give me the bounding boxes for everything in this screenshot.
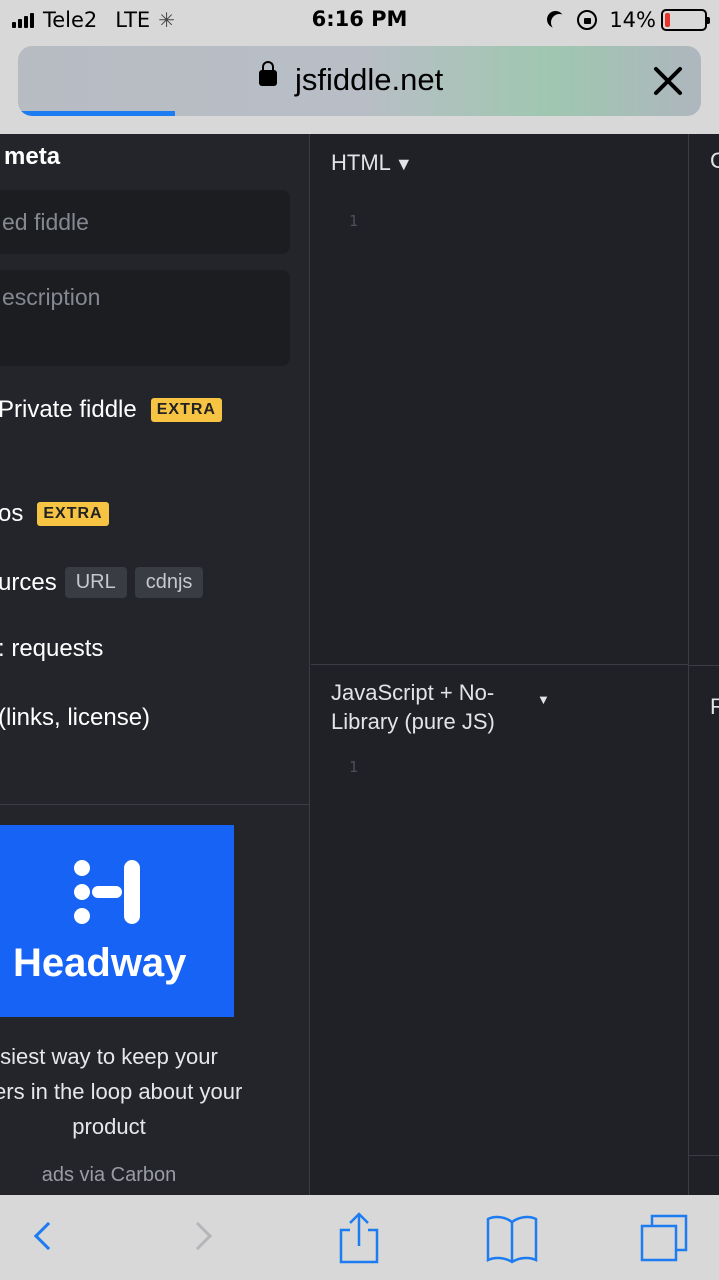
private-fiddle-row[interactable]: Private fiddle EXTRA (0, 396, 222, 424)
forward-icon[interactable] (182, 1212, 222, 1262)
fiddle-description-input[interactable]: escription (0, 270, 290, 366)
css-panel-title[interactable]: C (710, 148, 719, 174)
groups-label: os (0, 500, 24, 527)
lock-icon (259, 61, 277, 86)
js-editor-panel[interactable]: JavaScript + No- Library (pure JS) ▼ 1 (311, 666, 688, 1195)
fiddle-title-placeholder: ed fiddle (2, 209, 89, 235)
panel-divider (689, 665, 719, 666)
html-language-selector[interactable]: HTML ▼ (331, 148, 413, 179)
back-icon[interactable] (26, 1212, 66, 1262)
carbon-ad-image[interactable]: Headway (0, 825, 234, 1017)
resource-cdnjs-tag[interactable]: cdnjs (134, 567, 204, 598)
right-panels: C R (688, 134, 719, 1195)
ad-copy-line: product (72, 1114, 146, 1139)
html-panel-title: HTML (331, 150, 391, 175)
result-panel-title[interactable]: R (710, 694, 719, 720)
other-links-label: (links, license) (0, 704, 151, 731)
ad-copy-line: mers in the loop about your (0, 1079, 243, 1104)
other-links-row[interactable]: (links, license) (0, 704, 150, 732)
browser-toolbar (0, 1195, 719, 1280)
extra-badge: EXTRA (37, 502, 109, 526)
resource-url-tag[interactable]: URL (64, 567, 127, 598)
ads-via-carbon-link[interactable]: ads via Carbon (0, 1164, 218, 1187)
bookmarks-icon[interactable] (484, 1212, 540, 1264)
page-load-progress (18, 111, 176, 116)
html-line-number: 1 (349, 212, 359, 230)
ajax-requests-row[interactable]: : requests (0, 635, 103, 663)
sidebar: e meta ed fiddle escription Private fidd… (0, 134, 310, 1195)
ad-copy-text[interactable]: siest way to keep your mers in the loop … (0, 1039, 274, 1144)
js-language-selector[interactable]: JavaScript + No- Library (pure JS) (331, 678, 531, 736)
fiddle-description-placeholder: escription (2, 284, 101, 310)
resources-row[interactable]: urces URL cdnjs (0, 567, 204, 598)
private-fiddle-label: Private fiddle (0, 396, 137, 423)
fiddle-title-input[interactable]: ed fiddle (0, 190, 290, 254)
battery-level (665, 13, 671, 27)
browser-address-area: jsfiddle.net (0, 40, 719, 134)
resources-label: urces (0, 568, 57, 596)
js-panel-title-line: Library (pure JS) (331, 709, 495, 734)
share-icon[interactable] (334, 1212, 384, 1264)
jsfiddle-workspace: e meta ed fiddle escription Private fidd… (0, 134, 719, 1195)
address-url[interactable]: jsfiddle.net (295, 62, 443, 98)
battery-icon (661, 9, 710, 31)
address-bar[interactable]: jsfiddle.net (18, 46, 701, 116)
ad-copy-line: siest way to keep your (0, 1044, 218, 1069)
battery-percent: 14% (609, 8, 656, 32)
ajax-requests-label: : requests (0, 635, 104, 662)
js-line-number: 1 (349, 758, 359, 776)
ad-brand-name: Headway (13, 941, 187, 985)
sidebar-divider (0, 804, 310, 805)
do-not-disturb-icon (551, 14, 568, 31)
groups-row[interactable]: os EXTRA (0, 500, 109, 528)
fiddle-meta-heading: e meta (0, 143, 61, 170)
status-bar: Tele2 LTE ✳ 6:16 PM 14% (0, 0, 719, 40)
dropdown-caret-icon[interactable]: ▼ (537, 692, 550, 707)
rotation-lock-icon (577, 10, 598, 30)
js-panel-title-line: JavaScript + No- (331, 680, 495, 705)
tabs-icon[interactable] (638, 1212, 692, 1264)
dropdown-caret-icon: ▼ (394, 154, 413, 174)
headway-logo-icon (72, 858, 142, 928)
stop-loading-icon[interactable] (651, 64, 685, 98)
html-editor-panel[interactable]: HTML ▼ 1 (311, 134, 688, 665)
extra-badge: EXTRA (150, 398, 222, 422)
panel-divider (689, 1155, 719, 1156)
